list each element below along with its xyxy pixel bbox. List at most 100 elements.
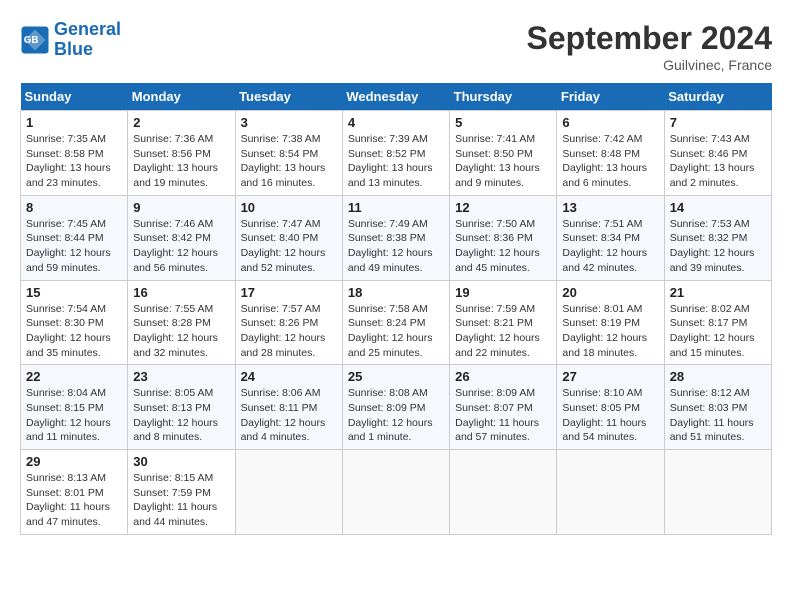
day-detail: Sunrise: 7:59 AM Sunset: 8:21 PM Dayligh… [455,302,551,361]
calendar-cell: 17Sunrise: 7:57 AM Sunset: 8:26 PM Dayli… [235,280,342,365]
title-block: September 2024 Guilvinec, France [527,20,772,73]
day-detail: Sunrise: 7:36 AM Sunset: 8:56 PM Dayligh… [133,132,229,191]
location: Guilvinec, France [527,57,772,73]
logo: GB General Blue [20,20,121,60]
calendar-table: SundayMondayTuesdayWednesdayThursdayFrid… [20,83,772,535]
day-detail: Sunrise: 7:43 AM Sunset: 8:46 PM Dayligh… [670,132,766,191]
day-number: 28 [670,369,766,384]
calendar-cell: 6 Sunrise: 7:42 AM Sunset: 8:48 PM Daylig… [557,111,664,196]
calendar-cell: 13 Sunrise: 7:51 AM Sunset: 8:34 PM Dayli… [557,195,664,280]
day-number: 8 [26,200,122,215]
day-detail: Sunrise: 8:05 AM Sunset: 8:13 PM Dayligh… [133,386,229,445]
day-number: 29 [26,454,122,469]
day-detail: Sunrise: 7:58 AM Sunset: 8:24 PM Dayligh… [348,302,444,361]
calendar-cell: 10Sunrise: 7:47 AM Sunset: 8:40 PM Dayli… [235,195,342,280]
page-header: GB General Blue September 2024 Guilvinec… [20,20,772,73]
day-detail: Sunrise: 8:01 AM Sunset: 8:19 PM Dayligh… [562,302,658,361]
header-row: SundayMondayTuesdayWednesdayThursdayFrid… [21,83,772,111]
day-number: 22 [26,369,122,384]
day-detail: Sunrise: 8:09 AM Sunset: 8:07 PM Dayligh… [455,386,551,445]
calendar-cell [557,450,664,535]
day-number: 10 [241,200,337,215]
day-detail: Sunrise: 7:50 AM Sunset: 8:36 PM Dayligh… [455,217,551,276]
calendar-week-5: 29 Sunrise: 8:13 AM Sunset: 8:01 PM Dayli… [21,450,772,535]
day-number: 1 [26,115,122,130]
day-number: 24 [241,369,337,384]
calendar-cell: 12 Sunrise: 7:50 AM Sunset: 8:36 PM Dayli… [450,195,557,280]
day-number: 20 [562,285,658,300]
column-header-monday: Monday [128,83,235,111]
calendar-cell: 18 Sunrise: 7:58 AM Sunset: 8:24 PM Dayli… [342,280,449,365]
calendar-cell: 16 Sunrise: 7:55 AM Sunset: 8:28 PM Dayli… [128,280,235,365]
calendar-cell: 2 Sunrise: 7:36 AM Sunset: 8:56 PM Daylig… [128,111,235,196]
day-detail: Sunrise: 7:41 AM Sunset: 8:50 PM Dayligh… [455,132,551,191]
day-detail: Sunrise: 7:39 AM Sunset: 8:52 PM Dayligh… [348,132,444,191]
calendar-cell: 8Sunrise: 7:45 AM Sunset: 8:44 PM Daylig… [21,195,128,280]
day-number: 23 [133,369,229,384]
day-detail: Sunrise: 7:35 AM Sunset: 8:58 PM Dayligh… [26,132,122,191]
day-number: 7 [670,115,766,130]
day-detail: Sunrise: 7:51 AM Sunset: 8:34 PM Dayligh… [562,217,658,276]
calendar-cell: 21 Sunrise: 8:02 AM Sunset: 8:17 PM Dayli… [664,280,771,365]
calendar-week-1: 1 Sunrise: 7:35 AM Sunset: 8:58 PM Daylig… [21,111,772,196]
calendar-cell [664,450,771,535]
calendar-cell: 9 Sunrise: 7:46 AM Sunset: 8:42 PM Daylig… [128,195,235,280]
calendar-cell [450,450,557,535]
day-number: 27 [562,369,658,384]
calendar-cell: 28 Sunrise: 8:12 AM Sunset: 8:03 PM Dayli… [664,365,771,450]
day-number: 18 [348,285,444,300]
calendar-cell: 25Sunrise: 8:08 AM Sunset: 8:09 PM Dayli… [342,365,449,450]
calendar-cell: 29 Sunrise: 8:13 AM Sunset: 8:01 PM Dayli… [21,450,128,535]
day-detail: Sunrise: 7:57 AM Sunset: 8:26 PM Dayligh… [241,302,337,361]
column-header-thursday: Thursday [450,83,557,111]
calendar-cell: 14 Sunrise: 7:53 AM Sunset: 8:32 PM Dayli… [664,195,771,280]
calendar-week-4: 22 Sunrise: 8:04 AM Sunset: 8:15 PM Dayli… [21,365,772,450]
calendar-cell: 7 Sunrise: 7:43 AM Sunset: 8:46 PM Daylig… [664,111,771,196]
day-number: 16 [133,285,229,300]
column-header-tuesday: Tuesday [235,83,342,111]
calendar-cell: 4Sunrise: 7:39 AM Sunset: 8:52 PM Daylig… [342,111,449,196]
calendar-cell: 11Sunrise: 7:49 AM Sunset: 8:38 PM Dayli… [342,195,449,280]
calendar-cell: 1 Sunrise: 7:35 AM Sunset: 8:58 PM Daylig… [21,111,128,196]
calendar-cell: 5Sunrise: 7:41 AM Sunset: 8:50 PM Daylig… [450,111,557,196]
day-number: 21 [670,285,766,300]
calendar-cell: 26Sunrise: 8:09 AM Sunset: 8:07 PM Dayli… [450,365,557,450]
day-detail: Sunrise: 7:42 AM Sunset: 8:48 PM Dayligh… [562,132,658,191]
day-number: 14 [670,200,766,215]
column-header-wednesday: Wednesday [342,83,449,111]
month-title: September 2024 [527,20,772,57]
day-detail: Sunrise: 7:46 AM Sunset: 8:42 PM Dayligh… [133,217,229,276]
day-detail: Sunrise: 8:02 AM Sunset: 8:17 PM Dayligh… [670,302,766,361]
day-number: 6 [562,115,658,130]
day-detail: Sunrise: 7:38 AM Sunset: 8:54 PM Dayligh… [241,132,337,191]
day-number: 15 [26,285,122,300]
day-number: 19 [455,285,551,300]
day-detail: Sunrise: 8:12 AM Sunset: 8:03 PM Dayligh… [670,386,766,445]
day-number: 2 [133,115,229,130]
day-number: 30 [133,454,229,469]
day-detail: Sunrise: 8:15 AM Sunset: 7:59 PM Dayligh… [133,471,229,530]
column-header-saturday: Saturday [664,83,771,111]
logo-icon: GB [20,25,50,55]
day-detail: Sunrise: 8:04 AM Sunset: 8:15 PM Dayligh… [26,386,122,445]
day-detail: Sunrise: 7:54 AM Sunset: 8:30 PM Dayligh… [26,302,122,361]
day-number: 9 [133,200,229,215]
day-detail: Sunrise: 7:53 AM Sunset: 8:32 PM Dayligh… [670,217,766,276]
calendar-cell: 3Sunrise: 7:38 AM Sunset: 8:54 PM Daylig… [235,111,342,196]
column-header-friday: Friday [557,83,664,111]
day-number: 12 [455,200,551,215]
calendar-cell: 15 Sunrise: 7:54 AM Sunset: 8:30 PM Dayli… [21,280,128,365]
calendar-cell: 27 Sunrise: 8:10 AM Sunset: 8:05 PM Dayli… [557,365,664,450]
calendar-cell: 20 Sunrise: 8:01 AM Sunset: 8:19 PM Dayli… [557,280,664,365]
calendar-week-3: 15 Sunrise: 7:54 AM Sunset: 8:30 PM Dayli… [21,280,772,365]
day-detail: Sunrise: 8:10 AM Sunset: 8:05 PM Dayligh… [562,386,658,445]
logo-text: General Blue [54,20,121,60]
day-detail: Sunrise: 8:13 AM Sunset: 8:01 PM Dayligh… [26,471,122,530]
day-detail: Sunrise: 7:55 AM Sunset: 8:28 PM Dayligh… [133,302,229,361]
day-detail: Sunrise: 8:08 AM Sunset: 8:09 PM Dayligh… [348,386,444,445]
day-number: 13 [562,200,658,215]
day-detail: Sunrise: 7:49 AM Sunset: 8:38 PM Dayligh… [348,217,444,276]
calendar-cell: 30 Sunrise: 8:15 AM Sunset: 7:59 PM Dayli… [128,450,235,535]
calendar-week-2: 8Sunrise: 7:45 AM Sunset: 8:44 PM Daylig… [21,195,772,280]
calendar-cell [235,450,342,535]
